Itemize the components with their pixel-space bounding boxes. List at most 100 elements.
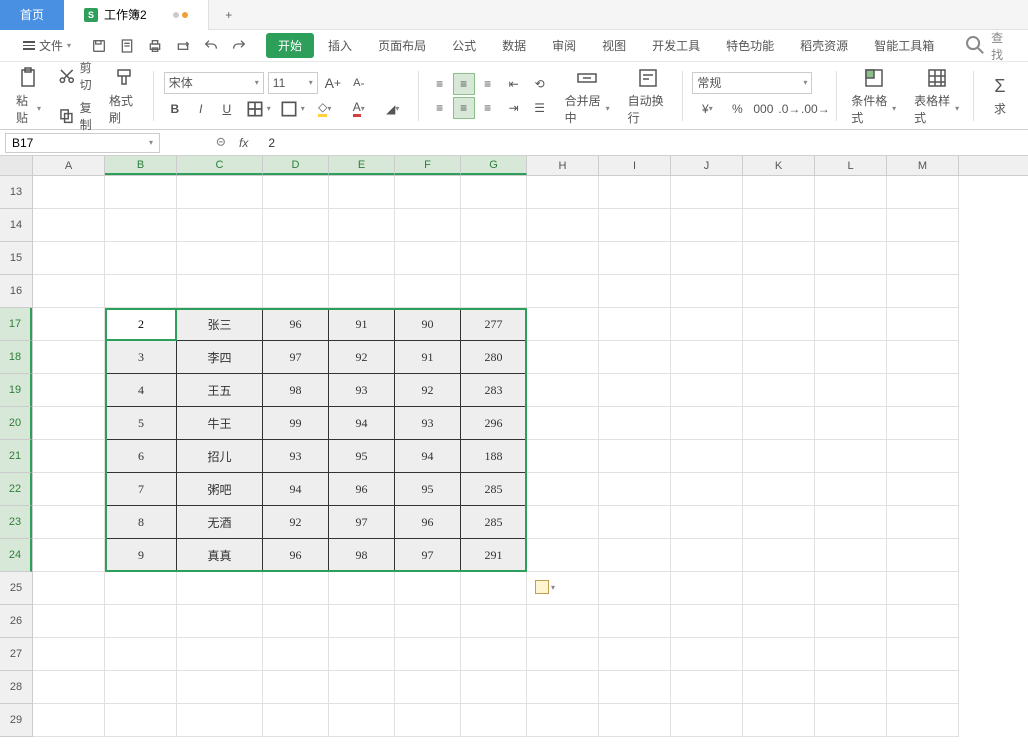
cell-J13[interactable]: [671, 176, 743, 209]
cell-I16[interactable]: [599, 275, 671, 308]
decrease-font-button[interactable]: A-: [348, 72, 370, 94]
cell-B15[interactable]: [105, 242, 177, 275]
cell-J24[interactable]: [671, 539, 743, 572]
cell-C22[interactable]: 粥吧: [177, 473, 263, 506]
cut-button[interactable]: 剪切: [55, 58, 95, 94]
cell-G20[interactable]: 296: [461, 407, 527, 440]
cell-H28[interactable]: [527, 671, 599, 704]
cell-B23[interactable]: 8: [105, 506, 177, 539]
formula-value[interactable]: 2: [268, 136, 275, 150]
cell-J20[interactable]: [671, 407, 743, 440]
ribbon-tab-smart-toolbox[interactable]: 智能工具箱: [862, 33, 946, 58]
ribbon-tab-data[interactable]: 数据: [490, 33, 538, 58]
cell-I18[interactable]: [599, 341, 671, 374]
cell-G19[interactable]: 283: [461, 374, 527, 407]
cell-M19[interactable]: [887, 374, 959, 407]
column-header-B[interactable]: B: [105, 156, 177, 175]
cell-C14[interactable]: [177, 209, 263, 242]
cell-D18[interactable]: 97: [263, 341, 329, 374]
cell-E13[interactable]: [329, 176, 395, 209]
cell-K21[interactable]: [743, 440, 815, 473]
cell-A17[interactable]: [33, 308, 105, 341]
row-header-13[interactable]: 13: [0, 176, 32, 209]
cell-E27[interactable]: [329, 638, 395, 671]
column-header-C[interactable]: C: [177, 156, 263, 175]
cell-G21[interactable]: 188: [461, 440, 527, 473]
ribbon-tab-view[interactable]: 视图: [590, 33, 638, 58]
cell-C17[interactable]: 张三: [177, 308, 263, 341]
cell-D22[interactable]: 94: [263, 473, 329, 506]
cell-K28[interactable]: [743, 671, 815, 704]
border-button[interactable]: ▾: [242, 98, 272, 120]
cell-K27[interactable]: [743, 638, 815, 671]
cell-J15[interactable]: [671, 242, 743, 275]
cells-area[interactable]: 2张三9691902773李四9792912804王五9893922835牛王9…: [33, 176, 959, 737]
cell-E21[interactable]: 95: [329, 440, 395, 473]
cell-A22[interactable]: [33, 473, 105, 506]
undo-icon[interactable]: [203, 38, 219, 54]
cell-F28[interactable]: [395, 671, 461, 704]
file-menu[interactable]: 文件 ▾: [15, 35, 79, 56]
cell-G25[interactable]: [461, 572, 527, 605]
cell-A14[interactable]: [33, 209, 105, 242]
row-header-16[interactable]: 16: [0, 275, 32, 308]
cell-M26[interactable]: [887, 605, 959, 638]
cell-J16[interactable]: [671, 275, 743, 308]
cell-B26[interactable]: [105, 605, 177, 638]
cell-D17[interactable]: 96: [263, 308, 329, 341]
cell-G28[interactable]: [461, 671, 527, 704]
cell-M17[interactable]: [887, 308, 959, 341]
cell-B13[interactable]: [105, 176, 177, 209]
cell-F23[interactable]: 96: [395, 506, 461, 539]
row-header-23[interactable]: 23: [0, 506, 32, 539]
cell-M24[interactable]: [887, 539, 959, 572]
cell-K19[interactable]: [743, 374, 815, 407]
cell-G15[interactable]: [461, 242, 527, 275]
cell-J29[interactable]: [671, 704, 743, 737]
cell-M27[interactable]: [887, 638, 959, 671]
cell-L17[interactable]: [815, 308, 887, 341]
orientation-button[interactable]: ⟲: [529, 73, 551, 95]
cell-I20[interactable]: [599, 407, 671, 440]
cell-I25[interactable]: [599, 572, 671, 605]
increase-decimal-button[interactable]: .0→: [778, 98, 800, 120]
align-bottom-button[interactable]: ≡: [477, 73, 499, 95]
row-header-18[interactable]: 18: [0, 341, 32, 374]
cell-I14[interactable]: [599, 209, 671, 242]
cell-G29[interactable]: [461, 704, 527, 737]
cell-M21[interactable]: [887, 440, 959, 473]
ribbon-tab-review[interactable]: 审阅: [540, 33, 588, 58]
cell-A25[interactable]: [33, 572, 105, 605]
cell-L26[interactable]: [815, 605, 887, 638]
cell-B20[interactable]: 5: [105, 407, 177, 440]
cell-E23[interactable]: 97: [329, 506, 395, 539]
cell-J14[interactable]: [671, 209, 743, 242]
ribbon-tab-start[interactable]: 开始: [266, 33, 314, 58]
cell-H23[interactable]: [527, 506, 599, 539]
align-middle-button[interactable]: ≡: [453, 73, 475, 95]
cell-E15[interactable]: [329, 242, 395, 275]
column-header-M[interactable]: M: [887, 156, 959, 175]
print-preview-icon[interactable]: [119, 38, 135, 54]
cell-G26[interactable]: [461, 605, 527, 638]
cell-A24[interactable]: [33, 539, 105, 572]
cell-F18[interactable]: 91: [395, 341, 461, 374]
cell-C26[interactable]: [177, 605, 263, 638]
cell-K13[interactable]: [743, 176, 815, 209]
cell-I28[interactable]: [599, 671, 671, 704]
column-header-J[interactable]: J: [671, 156, 743, 175]
cell-A26[interactable]: [33, 605, 105, 638]
cell-F29[interactable]: [395, 704, 461, 737]
paste-button[interactable]: 粘贴▾: [12, 66, 45, 126]
cell-F13[interactable]: [395, 176, 461, 209]
name-box[interactable]: B17 ▾: [5, 133, 160, 153]
cell-I21[interactable]: [599, 440, 671, 473]
cell-M14[interactable]: [887, 209, 959, 242]
cell-B22[interactable]: 7: [105, 473, 177, 506]
percent-button[interactable]: %: [726, 98, 748, 120]
column-header-F[interactable]: F: [395, 156, 461, 175]
cell-H14[interactable]: [527, 209, 599, 242]
cell-C20[interactable]: 牛王: [177, 407, 263, 440]
cell-H29[interactable]: [527, 704, 599, 737]
cell-L18[interactable]: [815, 341, 887, 374]
